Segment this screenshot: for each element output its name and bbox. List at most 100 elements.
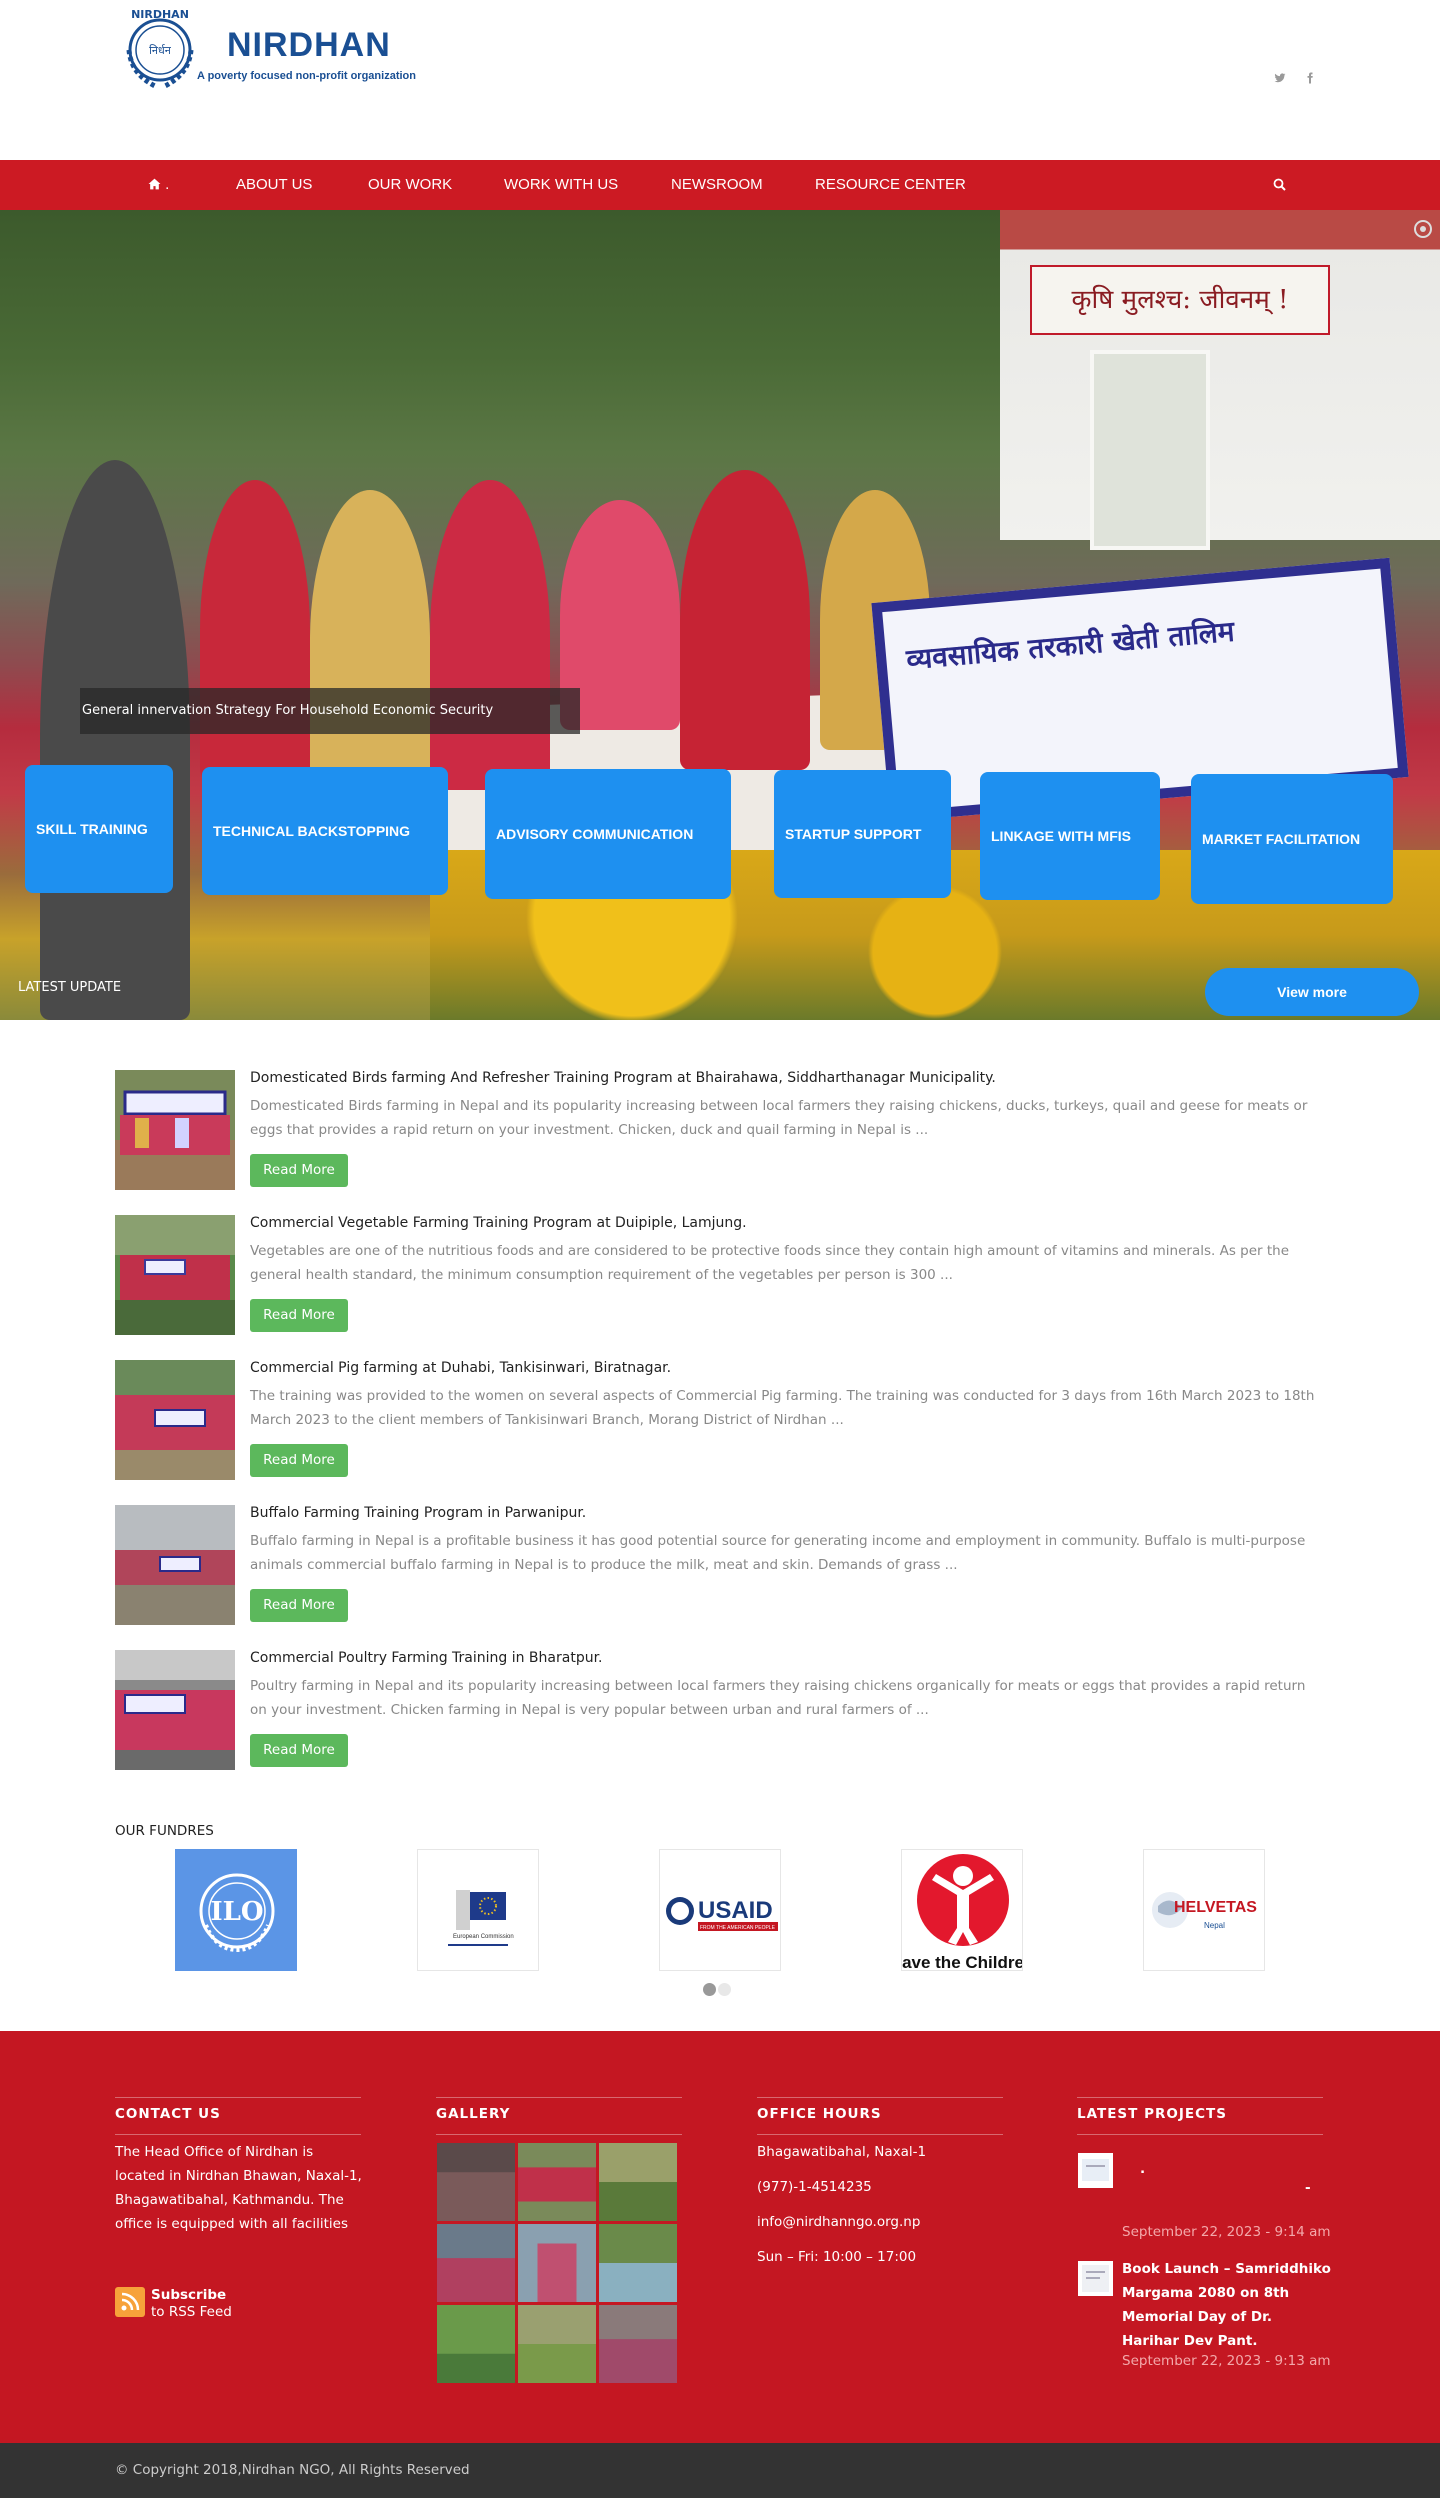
- nav-resource-center[interactable]: RESOURCE CENTER: [815, 160, 966, 210]
- footer-contact-title: CONTACT US: [115, 2097, 361, 2135]
- funder-logo-subtext: Nepal: [1204, 1921, 1225, 1930]
- service-market-facilitation[interactable]: MARKET FACILITATION: [1191, 774, 1393, 904]
- news-thumbnail[interactable]: [115, 1070, 235, 1190]
- carousel-dot[interactable]: [718, 1983, 731, 1996]
- news-item: Buffalo Farming Training Program in Parw…: [115, 1505, 1325, 1630]
- read-more-button[interactable]: Read More: [250, 1154, 348, 1187]
- hero-sign: कृषि मुलश्च: जीवनम् !: [1030, 265, 1330, 335]
- gallery-thumbnail[interactable]: [436, 2223, 516, 2303]
- funder-logo-subtext: FROM THE AMERICAN PEOPLE: [700, 1925, 776, 1931]
- news-title[interactable]: Domesticated Birds farming And Refresher…: [250, 1070, 996, 1086]
- gallery-thumbnail[interactable]: [436, 2304, 516, 2384]
- hero-person: [430, 480, 550, 790]
- project-title[interactable]: .: [1140, 2157, 1145, 2181]
- site-footer: CONTACT US The Head Office of Nirdhan is…: [0, 2031, 1440, 2443]
- news-title[interactable]: Buffalo Farming Training Program in Parw…: [250, 1505, 586, 1521]
- news-thumbnail[interactable]: [115, 1215, 235, 1335]
- news-title[interactable]: Commercial Vegetable Farming Training Pr…: [250, 1215, 747, 1231]
- footer-gallery-grid: [436, 2142, 678, 2384]
- footer-phone[interactable]: (977)-1-4514235: [757, 2175, 872, 2199]
- footer-hours-title: OFFICE HOURS: [757, 2097, 1003, 2135]
- project-thumbnail[interactable]: [1078, 2153, 1113, 2188]
- gallery-thumbnail[interactable]: [598, 2304, 678, 2384]
- news-item: Commercial Vegetable Farming Training Pr…: [115, 1215, 1325, 1340]
- main-nav: . ABOUT US OUR WORK WORK WITH US NEWSROO…: [0, 160, 1440, 210]
- news-thumbnail[interactable]: [115, 1650, 235, 1770]
- hero-slider: कृषि मुलश्च: जीवनम् ! व्यवसायिक तरकारी ख…: [0, 210, 1440, 1020]
- service-advisory-communication[interactable]: ADVISORY COMMUNICATION: [485, 769, 731, 899]
- facebook-icon[interactable]: [1300, 70, 1320, 90]
- hero-window: [1090, 350, 1210, 550]
- funders-title: OUR FUNDRES: [115, 1823, 214, 1839]
- nav-home-label: .: [165, 176, 170, 193]
- project-title-suffix: -: [1305, 2180, 1311, 2196]
- funder-logo-helvetas[interactable]: HELVETAS Nepal: [1143, 1849, 1265, 1971]
- nav-our-work[interactable]: OUR WORK: [368, 160, 452, 210]
- hero-person: [40, 460, 190, 1020]
- logo-emblem-text: NIRDHAN: [131, 8, 189, 21]
- gallery-thumbnail[interactable]: [598, 2223, 678, 2303]
- footer-hours: Sun – Fri: 10:00 – 17:00: [757, 2249, 917, 2265]
- read-more-button[interactable]: Read More: [250, 1734, 348, 1767]
- hero-person: [680, 470, 810, 770]
- news-excerpt: Poultry farming in Nepal and its popular…: [250, 1678, 1306, 1718]
- gallery-thumbnail[interactable]: [517, 2223, 597, 2303]
- copyright-text: © Copyright 2018,Nirdhan NGO, All Rights…: [115, 2462, 470, 2478]
- home-icon: [148, 178, 161, 190]
- hero-person: [310, 490, 430, 790]
- helvetas-logo-icon: HELVETAS Nepal: [1152, 1892, 1257, 1930]
- read-more-button[interactable]: Read More: [250, 1444, 348, 1477]
- site-header: निर्धन NIRDHAN NIRDHAN A poverty focused…: [0, 0, 1440, 160]
- news-title[interactable]: Commercial Poultry Farming Training in B…: [250, 1650, 603, 1666]
- news-excerpt: Buffalo farming in Nepal is a profitable…: [250, 1533, 1306, 1573]
- latest-update-label: LATEST UPDATE: [18, 980, 122, 995]
- rss-subscribe-title: Subscribe: [151, 2287, 227, 2303]
- gallery-thumbnail[interactable]: [517, 2142, 597, 2222]
- funder-logo-text: HELVETAS: [1174, 1899, 1257, 1916]
- hero-building: [1000, 210, 1440, 540]
- funder-logo-european-commission[interactable]: European Commission: [417, 1849, 539, 1971]
- gallery-thumbnail[interactable]: [517, 2304, 597, 2384]
- project-title[interactable]: Book Launch – Samriddhiko Margama 2080 o…: [1122, 2257, 1332, 2353]
- footer-projects-title: LATEST PROJECTS: [1077, 2097, 1323, 2135]
- news-thumbnail[interactable]: [115, 1360, 235, 1480]
- gallery-thumbnail[interactable]: [598, 2142, 678, 2222]
- usaid-logo-icon: USAID FROM THE AMERICAN PEOPLE: [666, 1897, 778, 1931]
- logo-tagline: A poverty focused non-profit organizatio…: [197, 70, 416, 82]
- bottom-bar: © Copyright 2018,Nirdhan NGO, All Rights…: [0, 2443, 1440, 2498]
- nav-work-with-us[interactable]: WORK WITH US: [504, 160, 618, 210]
- news-title[interactable]: Commercial Pig farming at Duhabi, Tankis…: [250, 1360, 671, 1376]
- read-more-button[interactable]: Read More: [250, 1299, 348, 1332]
- view-more-button[interactable]: View more: [1205, 968, 1419, 1016]
- nav-home[interactable]: .: [148, 160, 169, 210]
- footer-email[interactable]: info@nirdhanngo.org.np: [757, 2210, 920, 2234]
- footer-gallery-title: GALLERY: [436, 2097, 682, 2135]
- service-startup-support[interactable]: STARTUP SUPPORT: [774, 770, 951, 898]
- funder-logo-text: ave the Childre: [902, 1953, 1023, 1971]
- gallery-thumbnail[interactable]: [436, 2142, 516, 2222]
- twitter-icon[interactable]: [1270, 70, 1290, 90]
- funder-logo-save-the-children[interactable]: ave the Childre: [901, 1849, 1023, 1971]
- news-item: Commercial Poultry Farming Training in B…: [115, 1650, 1325, 1775]
- logo-title: NIRDHAN: [227, 26, 391, 64]
- nav-newsroom[interactable]: NEWSROOM: [671, 160, 763, 210]
- project-thumbnail[interactable]: [1078, 2261, 1113, 2296]
- rss-subscribe[interactable]: Subscribe to RSS Feed: [115, 2287, 265, 2327]
- news-excerpt: Vegetables are one of the nutritious foo…: [250, 1243, 1290, 1283]
- slider-close-icon[interactable]: [1414, 220, 1432, 238]
- service-technical-backstopping[interactable]: TECHNICAL BACKSTOPPING: [202, 767, 448, 895]
- search-icon[interactable]: [1272, 177, 1288, 193]
- site-logo[interactable]: निर्धन NIRDHAN NIRDHAN A poverty focused…: [115, 0, 416, 95]
- footer-address: Bhagawatibahal, Naxal-1: [757, 2144, 927, 2160]
- funder-logo-ilo[interactable]: ILO: [175, 1849, 297, 1971]
- news-item: Domesticated Birds farming And Refresher…: [115, 1070, 1325, 1195]
- service-linkage-with-mfis[interactable]: LINKAGE WITH MFIS: [980, 772, 1160, 900]
- carousel-dot-active[interactable]: [703, 1983, 716, 1996]
- news-thumbnail[interactable]: [115, 1505, 235, 1625]
- service-skill-training[interactable]: SKILL TRAINING: [25, 765, 173, 893]
- read-more-button[interactable]: Read More: [250, 1589, 348, 1622]
- project-date: September 22, 2023 - 9:14 am: [1122, 2224, 1331, 2240]
- hero-caption: General innervation Strategy For Househo…: [80, 688, 580, 734]
- nav-about-us[interactable]: ABOUT US: [236, 160, 312, 210]
- funder-logo-usaid[interactable]: USAID FROM THE AMERICAN PEOPLE: [659, 1849, 781, 1971]
